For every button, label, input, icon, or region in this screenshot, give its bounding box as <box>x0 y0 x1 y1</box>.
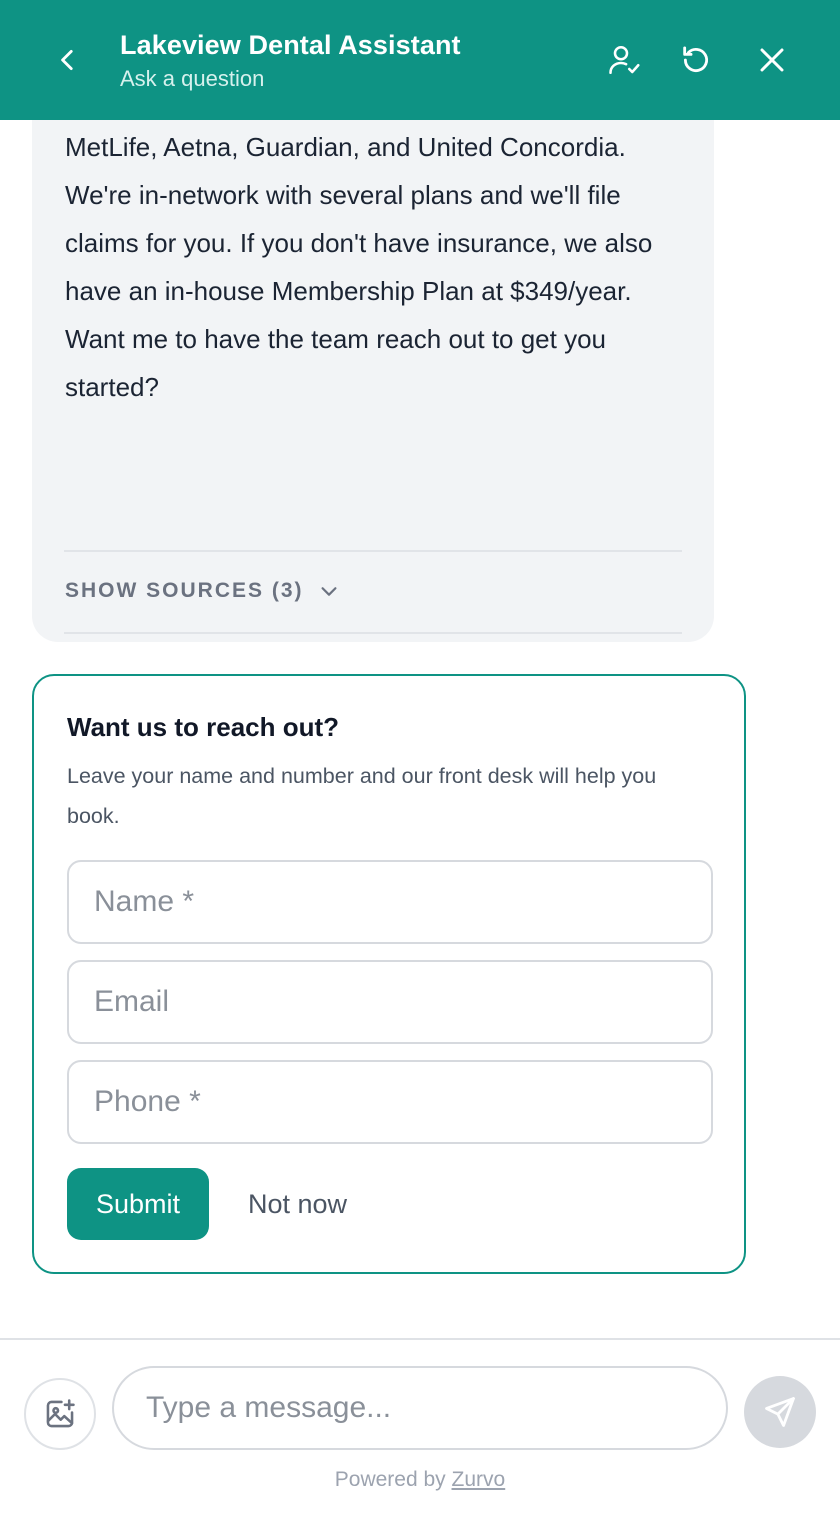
name-field[interactable] <box>67 860 713 944</box>
assistant-message-text: MetLife, Aetna, Guardian, and United Con… <box>65 132 653 402</box>
attach-image-button[interactable] <box>24 1378 96 1450</box>
message-composer: Powered by Zurvo <box>0 1338 840 1520</box>
header-titles: Lakeview Dental Assistant Ask a question <box>120 28 461 94</box>
contact-agent-button[interactable] <box>602 38 646 82</box>
not-now-button[interactable]: Not now <box>232 1168 363 1240</box>
back-button[interactable] <box>46 38 90 82</box>
show-sources-label: SHOW SOURCES (3) <box>65 579 304 602</box>
chevron-left-icon <box>61 49 73 71</box>
chat-widget: Lakeview Dental Assistant Ask a question… <box>0 0 840 1520</box>
chevron-down-icon <box>320 587 337 596</box>
send-icon <box>765 1397 795 1427</box>
sources-divider-bottom <box>64 632 682 634</box>
lead-form-description: Leave your name and number and our front… <box>67 764 657 828</box>
brand-link[interactable]: Zurvo <box>452 1468 506 1491</box>
phone-field[interactable] <box>67 1060 713 1144</box>
assistant-title: Lakeview Dental Assistant <box>120 30 461 60</box>
close-chat-button[interactable] <box>750 38 794 82</box>
user-check-icon <box>609 45 640 75</box>
powered-by: Powered by Zurvo <box>0 1468 840 1492</box>
chat-transcript[interactable]: MetLife, Aetna, Guardian, and United Con… <box>0 120 840 1338</box>
assistant-message-bubble: MetLife, Aetna, Guardian, and United Con… <box>32 120 714 642</box>
message-input[interactable] <box>112 1366 728 1450</box>
email-field[interactable] <box>67 960 713 1044</box>
assistant-subtitle: Ask a question <box>120 66 265 91</box>
chat-header: Lakeview Dental Assistant Ask a question <box>0 0 840 120</box>
close-icon <box>760 48 784 72</box>
powered-by-text: Powered by <box>334 1468 452 1491</box>
restart-chat-button[interactable] <box>674 38 718 82</box>
send-button[interactable] <box>744 1376 816 1448</box>
refresh-icon <box>683 46 708 73</box>
lead-capture-card: Want us to reach out? Leave your name an… <box>32 674 746 1274</box>
lead-form-title: Want us to reach out? <box>67 712 340 742</box>
show-sources-button[interactable]: SHOW SOURCES (3) <box>65 571 340 611</box>
sources-divider-top <box>64 550 682 552</box>
submit-button[interactable]: Submit <box>67 1168 209 1240</box>
image-add-icon <box>46 1399 75 1428</box>
